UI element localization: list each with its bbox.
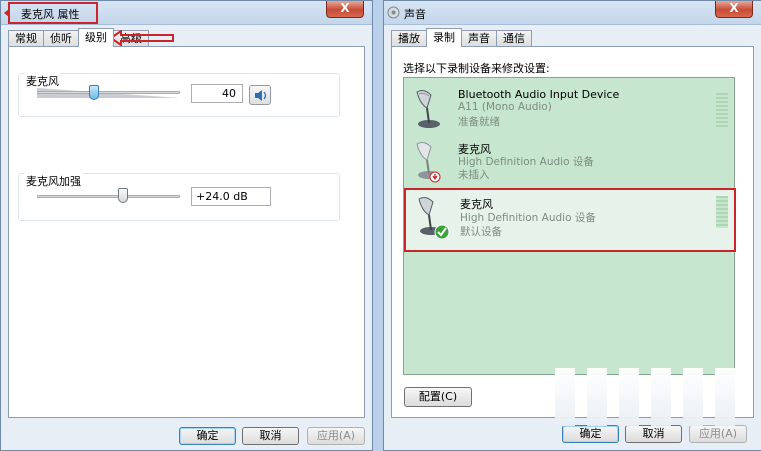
desktop: 麦克风 属性 X 常规 侦听 级别 高级 麦克风 40 麦克风加强 +24.0 … (0, 0, 761, 451)
microphone-boost-slider[interactable] (37, 195, 180, 198)
title-bar[interactable]: 麦克风 属性 X (1, 1, 372, 25)
device-driver: A11 (Mono Audio) (458, 101, 552, 113)
mute-button[interactable] (249, 85, 271, 105)
close-button[interactable]: X (326, 1, 364, 18)
microphone-slider-thumb[interactable] (89, 85, 100, 100)
boost-slider-thumb[interactable] (117, 188, 128, 203)
sound-app-icon (387, 6, 400, 19)
boost-level-field: +24.0 dB (191, 187, 271, 206)
tab-communications[interactable]: 通信 (496, 30, 532, 47)
device-item-microphone-unplugged[interactable]: 麦克风 High Definition Audio 设备 未插入 (404, 136, 734, 186)
ok-button[interactable]: 确定 (179, 427, 236, 445)
cancel-button[interactable]: 取消 (242, 427, 299, 445)
annotation-arrow-icon (109, 30, 174, 46)
recording-device-list[interactable]: Bluetooth Audio Input Device A11 (Mono A… (403, 77, 736, 375)
microphone-unplugged-icon (416, 142, 441, 183)
device-name: Bluetooth Audio Input Device (458, 88, 620, 101)
configure-button[interactable]: 配置(C) (404, 387, 472, 407)
instruction-text: 选择以下录制设备来修改设置: (403, 62, 550, 75)
level-meter (716, 93, 728, 127)
tab-recording[interactable]: 录制 (426, 28, 462, 47)
watermark (555, 368, 745, 428)
microphone-default-icon (418, 197, 450, 240)
levels-panel: 麦克风 40 麦克风加强 +24.0 dB (8, 46, 365, 418)
level-meter (716, 196, 728, 228)
device-status: 未插入 (458, 169, 490, 181)
tab-sounds[interactable]: 声音 (461, 30, 497, 47)
apply-button[interactable]: 应用(A) (307, 427, 365, 445)
microphone-icon (416, 90, 440, 128)
group-label: 麦克风 (24, 73, 61, 89)
tab-levels[interactable]: 级别 (78, 28, 114, 47)
group-label: 麦克风加强 (24, 173, 83, 189)
divider (18, 149, 352, 150)
tab-general[interactable]: 常规 (8, 30, 44, 47)
device-driver: High Definition Audio 设备 (460, 212, 596, 224)
microphone-properties-window: 麦克风 属性 X 常规 侦听 级别 高级 麦克风 40 麦克风加强 +24.0 … (0, 0, 373, 451)
speaker-icon (255, 90, 267, 101)
title-highlight-box (4, 2, 98, 24)
close-button[interactable]: X (715, 1, 753, 18)
tab-strip: 播放 录制 声音 通信 (391, 28, 532, 47)
window-title: 声音 (404, 8, 426, 21)
device-item-microphone-default[interactable]: 麦克风 High Definition Audio 设备 默认设备 (404, 188, 736, 252)
device-item-bluetooth[interactable]: Bluetooth Audio Input Device A11 (Mono A… (404, 83, 734, 133)
device-status: 默认设备 (460, 226, 502, 238)
tab-playback[interactable]: 播放 (391, 30, 427, 47)
tab-listen[interactable]: 侦听 (43, 30, 79, 47)
microphone-volume-slider[interactable] (37, 91, 180, 94)
microphone-level-field[interactable]: 40 (191, 84, 243, 103)
device-status: 准备就绪 (458, 116, 500, 128)
title-bar[interactable]: 声音 X (384, 1, 761, 25)
